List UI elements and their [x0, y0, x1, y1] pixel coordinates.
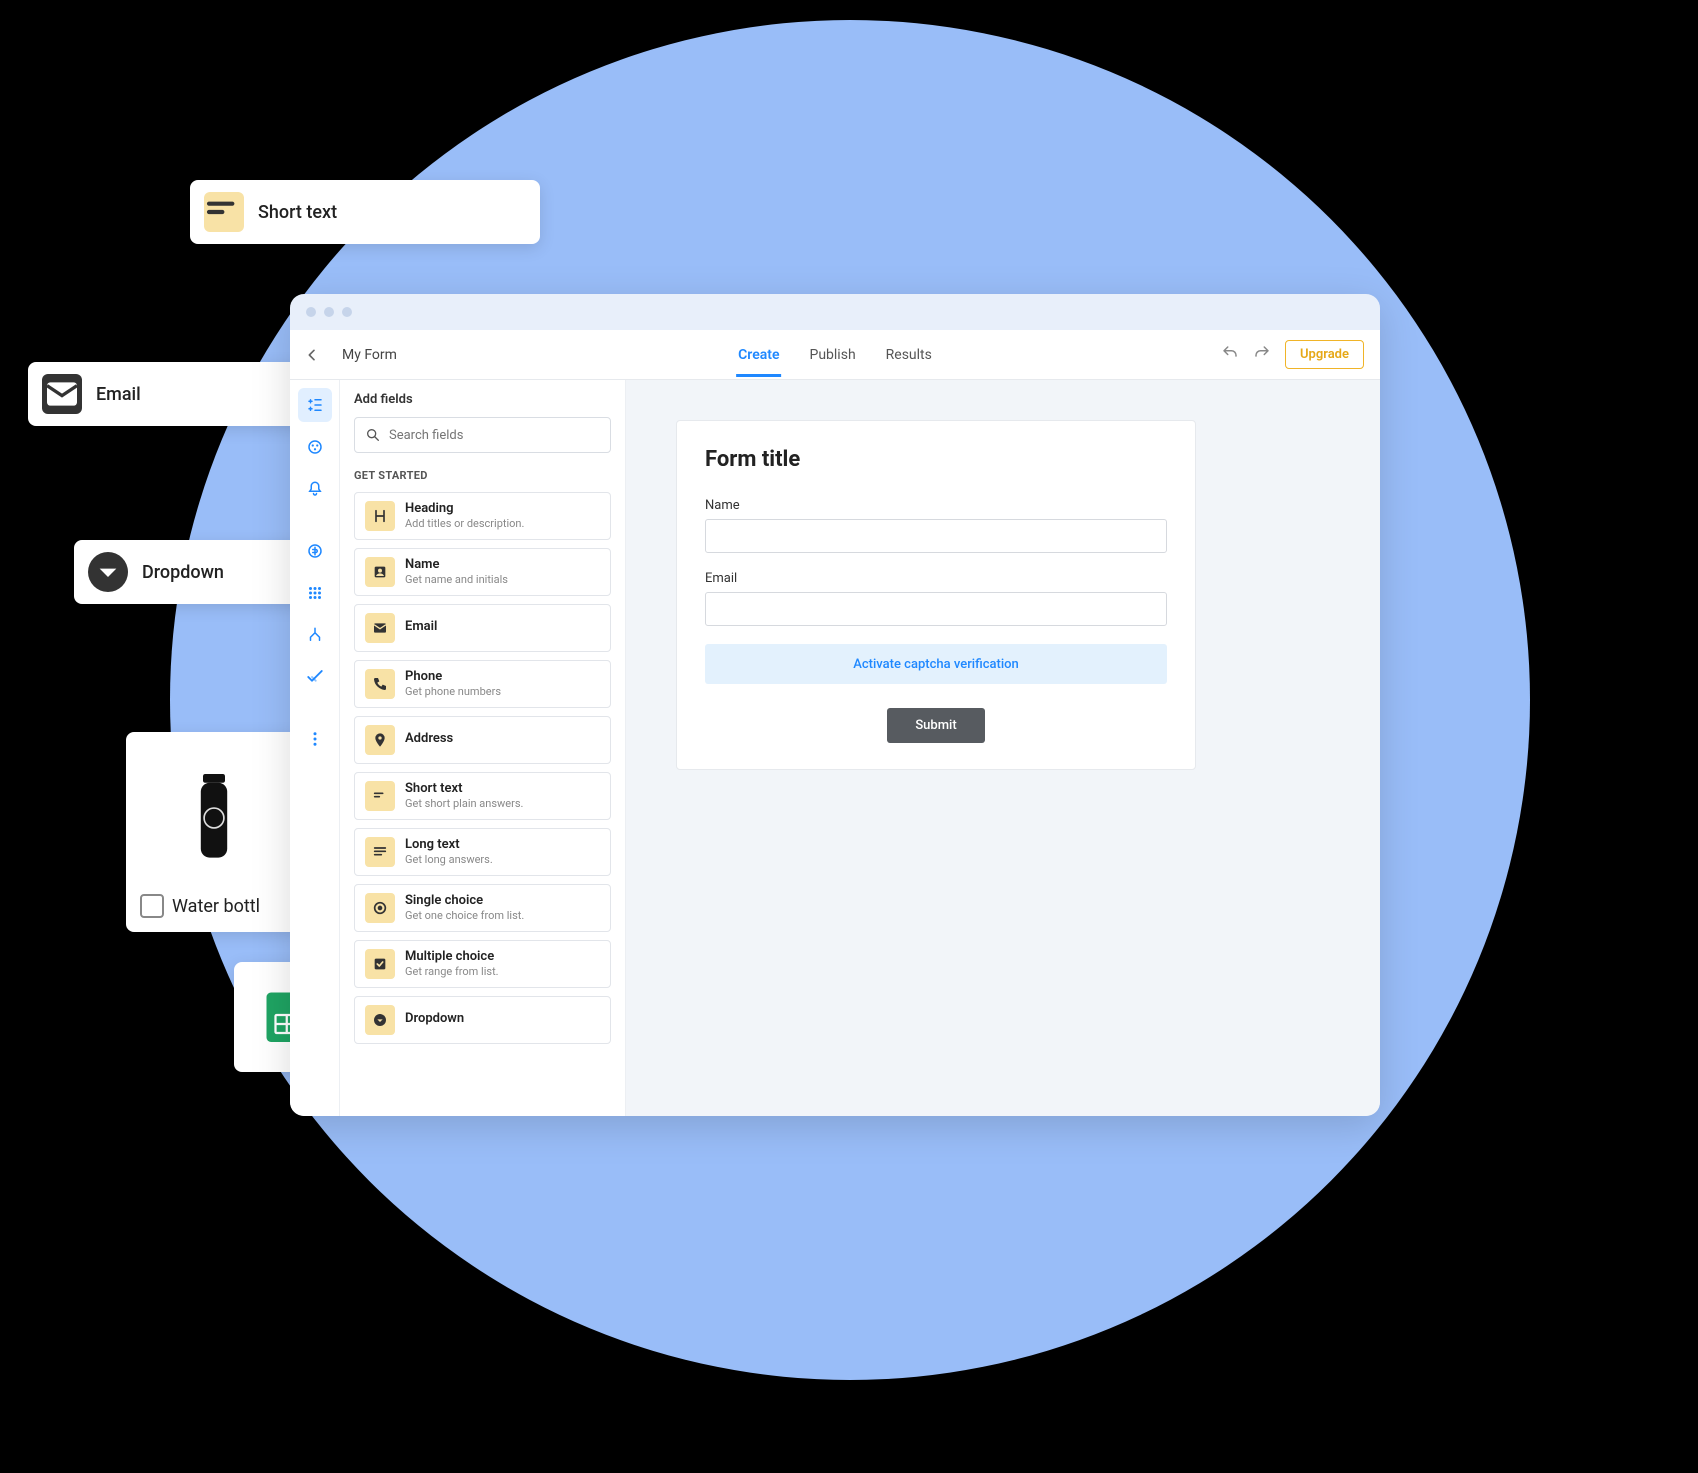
- field-card-title: Phone: [405, 669, 501, 685]
- field-card-desc: Get one choice from list.: [405, 909, 524, 923]
- rail-apps[interactable]: [298, 576, 332, 610]
- field-card-desc: Add titles or description.: [405, 517, 524, 531]
- field-card-title: Email: [405, 613, 437, 635]
- float-short-text-tile[interactable]: Short text: [190, 180, 540, 244]
- name-icon: [365, 557, 395, 587]
- field-card-title: Heading: [405, 501, 524, 517]
- field-card-title: Long text: [405, 837, 493, 853]
- name-label: Name: [705, 498, 1167, 513]
- rail-theme[interactable]: [298, 430, 332, 464]
- search-input[interactable]: [389, 428, 600, 443]
- field-card-desc: Get phone numbers: [405, 685, 501, 699]
- back-button[interactable]: [290, 333, 334, 377]
- field-card-desc: Get name and initials: [405, 573, 508, 587]
- breadcrumb: My Form: [342, 347, 397, 363]
- product-label: Water bottl: [172, 896, 260, 917]
- window-dot: [342, 307, 352, 317]
- captcha-text: Activate captcha verification: [853, 657, 1019, 672]
- form-title[interactable]: Form title: [705, 447, 1167, 472]
- email-label: Email: [705, 571, 1167, 586]
- rail-fields[interactable]: [298, 388, 332, 422]
- field-card-title: Dropdown: [405, 1005, 464, 1027]
- tab-results[interactable]: Results: [886, 333, 932, 377]
- single-choice-icon: [365, 893, 395, 923]
- float-dropdown-label: Dropdown: [142, 562, 224, 583]
- form-canvas: Form title Name Email Activate captcha v…: [626, 380, 1380, 1116]
- short-text-icon: [365, 781, 395, 811]
- window-dot: [306, 307, 316, 317]
- field-card-phone[interactable]: PhoneGet phone numbers: [354, 660, 611, 708]
- field-card-email[interactable]: Email: [354, 604, 611, 652]
- rail-approvals[interactable]: [298, 660, 332, 694]
- field-card-single-choice[interactable]: Single choiceGet one choice from list.: [354, 884, 611, 932]
- redo-button[interactable]: [1253, 344, 1271, 366]
- panel-title: Add fields: [354, 392, 611, 407]
- app-header: My Form Create Publish Results Upgrade: [290, 330, 1380, 380]
- product-checkbox[interactable]: [140, 894, 164, 918]
- search-icon: [365, 427, 381, 443]
- name-input[interactable]: [705, 519, 1167, 553]
- search-field-wrap[interactable]: [354, 417, 611, 453]
- long-text-icon: [365, 837, 395, 867]
- fields-panel: Add fields GET STARTED HeadingAdd titles…: [340, 380, 626, 1116]
- submit-button[interactable]: Submit: [887, 708, 984, 743]
- field-card-desc: Get short plain answers.: [405, 797, 523, 811]
- field-card-title: Name: [405, 557, 508, 573]
- product-image: [192, 742, 236, 894]
- multiple-choice-icon: [365, 949, 395, 979]
- field-card-title: Single choice: [405, 893, 524, 909]
- upgrade-button[interactable]: Upgrade: [1285, 340, 1364, 369]
- field-card-desc: Get long answers.: [405, 853, 493, 867]
- float-email-label: Email: [96, 384, 141, 405]
- email-icon: [365, 613, 395, 643]
- float-email-tile[interactable]: Email: [28, 362, 323, 426]
- field-card-dropdown[interactable]: Dropdown: [354, 996, 611, 1044]
- phone-icon: [365, 669, 395, 699]
- field-card-desc: Get range from list.: [405, 965, 499, 979]
- heading-icon: [365, 501, 395, 531]
- sidebar-rail: [290, 380, 340, 1116]
- field-card-multiple-choice[interactable]: Multiple choiceGet range from list.: [354, 940, 611, 988]
- field-card-title: Address: [405, 725, 453, 747]
- tab-create[interactable]: Create: [738, 333, 779, 377]
- rail-more[interactable]: [298, 722, 332, 756]
- float-short-text-label: Short text: [258, 202, 337, 223]
- window-titlebar: [290, 294, 1380, 330]
- field-card-long-text[interactable]: Long textGet long answers.: [354, 828, 611, 876]
- field-card-heading[interactable]: HeadingAdd titles or description.: [354, 492, 611, 540]
- form-preview: Form title Name Email Activate captcha v…: [676, 420, 1196, 770]
- short-text-icon: [204, 192, 244, 232]
- address-icon: [365, 725, 395, 755]
- email-input[interactable]: [705, 592, 1167, 626]
- section-label: GET STARTED: [354, 469, 611, 482]
- field-card-address[interactable]: Address: [354, 716, 611, 764]
- field-card-short-text[interactable]: Short textGet short plain answers.: [354, 772, 611, 820]
- app-window: My Form Create Publish Results Upgrade: [290, 294, 1380, 1116]
- undo-button[interactable]: [1221, 344, 1239, 366]
- rail-logic[interactable]: [298, 618, 332, 652]
- email-icon: [42, 374, 82, 414]
- field-card-title: Multiple choice: [405, 949, 499, 965]
- rail-notifications[interactable]: [298, 472, 332, 506]
- field-card-title: Short text: [405, 781, 523, 797]
- rail-payments[interactable]: [298, 534, 332, 568]
- dropdown-icon: [365, 1005, 395, 1035]
- captcha-link[interactable]: Activate captcha verification: [705, 644, 1167, 684]
- window-dot: [324, 307, 334, 317]
- dropdown-icon: [88, 552, 128, 592]
- tab-publish[interactable]: Publish: [809, 333, 855, 377]
- float-product-tile[interactable]: Water bottl: [126, 732, 301, 932]
- field-card-name[interactable]: NameGet name and initials: [354, 548, 611, 596]
